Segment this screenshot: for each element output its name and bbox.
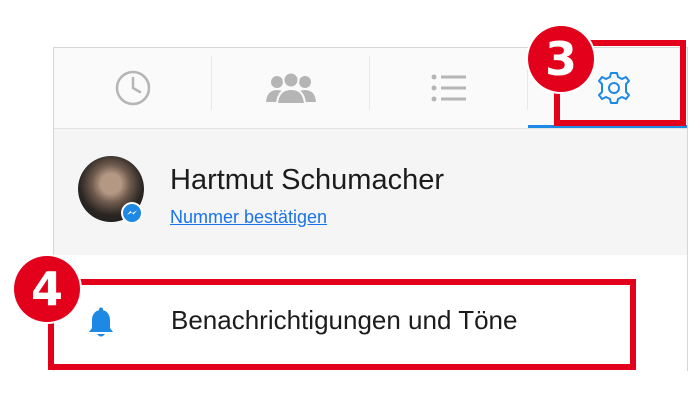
step-badge-3: 3 [528,26,594,92]
confirm-number-link[interactable]: Nummer bestätigen [170,207,327,228]
list-icon [431,74,466,102]
messenger-icon [123,204,141,222]
people-icon [265,71,316,105]
tab-groups[interactable] [212,48,369,128]
tab-list[interactable] [370,48,527,128]
profile-header[interactable]: Hartmut Schumacher Nummer bestätigen [54,129,687,255]
avatar[interactable] [78,156,144,224]
highlight-box-notifications [48,279,636,370]
profile-name: Hartmut Schumacher [170,164,444,196]
clock-icon [115,70,150,106]
tab-recent[interactable] [54,48,211,128]
step-badge-4: 4 [14,256,80,322]
messenger-badge [121,202,143,224]
